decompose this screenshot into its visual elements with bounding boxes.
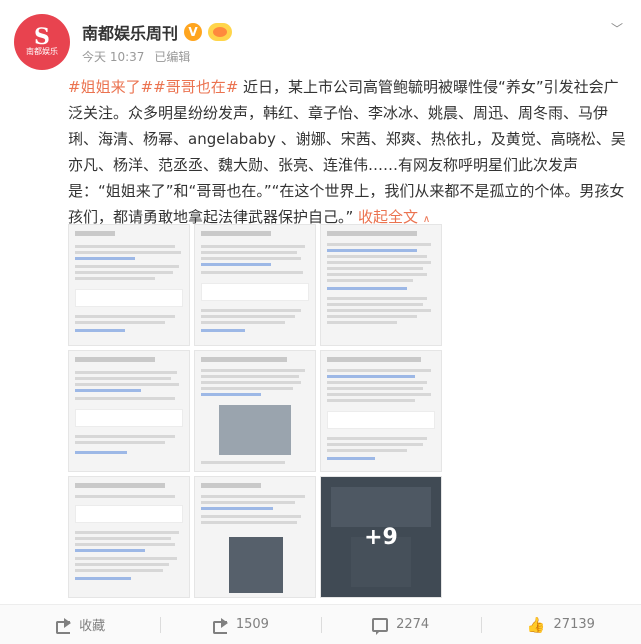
gallery-image[interactable] <box>194 350 316 472</box>
vip-member-icon <box>208 23 233 41</box>
action-bar: 收藏 1509 2274 👍 27139 <box>0 604 641 644</box>
topic-tag-link[interactable]: #哥哥也在# <box>153 78 238 96</box>
comment-icon <box>372 617 389 635</box>
comment-count: 2274 <box>396 617 430 632</box>
like-button[interactable]: 👍 27139 <box>480 605 641 644</box>
gallery-image[interactable] <box>320 224 442 346</box>
repost-count: 1509 <box>235 617 269 632</box>
edited-label[interactable]: 已编辑 <box>154 48 190 65</box>
favorite-button[interactable]: 收藏 <box>0 605 160 644</box>
gallery-image[interactable] <box>320 350 442 472</box>
post-meta: 今天 10:37 已编辑 <box>82 48 190 65</box>
thumbs-up-icon: 👍 <box>526 615 546 634</box>
author-name[interactable]: 南都娱乐周刊 <box>82 20 178 44</box>
post-body: #姐姐来了##哥哥也在# 近日，某上市公司高管鲍毓明被曝性侵“养女”引发社会广泛… <box>68 74 628 233</box>
avatar[interactable]: S 南都娱乐 <box>14 14 70 70</box>
gallery-image[interactable] <box>68 350 190 472</box>
post-time[interactable]: 今天 10:37 <box>82 48 144 65</box>
gallery-image[interactable] <box>194 476 316 598</box>
author-row: 南都娱乐周刊 V <box>82 20 233 44</box>
favorite-icon <box>55 617 72 634</box>
more-options-chevron-icon[interactable]: ﹀ <box>607 20 627 36</box>
repost-icon <box>212 617 228 634</box>
favorite-label: 收藏 <box>79 619 106 634</box>
topic-tag-link[interactable]: #姐姐来了# <box>68 78 153 96</box>
avatar-logo-text: 南都娱乐 <box>26 47 58 56</box>
comment-button[interactable]: 2274 <box>320 605 481 644</box>
image-gallery: +9 <box>68 224 458 600</box>
gallery-image[interactable] <box>68 224 190 346</box>
gallery-image[interactable] <box>194 224 316 346</box>
post-header: S 南都娱乐 南都娱乐周刊 V 今天 10:37 已编辑 ﹀ <box>14 12 627 70</box>
like-count: 27139 <box>553 617 595 632</box>
more-images-count[interactable]: +9 <box>321 477 441 597</box>
gallery-image-more[interactable]: +9 <box>320 476 442 598</box>
post-body-text: 近日，某上市公司高管鲍毓明被曝性侵“养女”引发社会广泛关注。众多明星纷纷发声，韩… <box>68 78 626 226</box>
verified-icon: V <box>184 23 203 41</box>
repost-button[interactable]: 1509 <box>160 605 320 644</box>
gallery-image[interactable] <box>68 476 190 598</box>
avatar-logo-mark: S <box>34 24 50 50</box>
